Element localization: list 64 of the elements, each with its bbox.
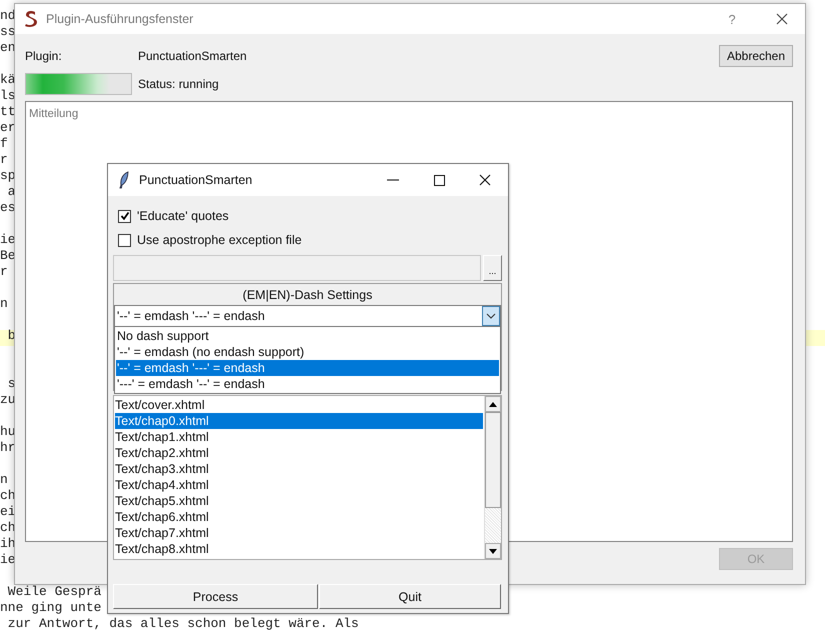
file-item[interactable]: Text/chap4.xhtml — [115, 477, 483, 493]
dropdown-option[interactable]: No dash support — [116, 328, 499, 344]
file-item[interactable]: Text/chap3.xhtml — [115, 461, 483, 477]
file-item[interactable]: Text/chap5.xhtml — [115, 493, 483, 509]
dialog-title: PunctuationSmarten — [139, 173, 252, 187]
editor-text: ie — [0, 232, 16, 247]
path-field[interactable] — [113, 255, 481, 281]
editor-text: a — [6, 184, 16, 199]
editor-text: es — [0, 200, 16, 215]
scroll-down-icon — [489, 548, 497, 554]
dropdown-button[interactable] — [482, 306, 500, 326]
dialog-button[interactable]: Process — [113, 584, 318, 609]
file-item[interactable]: Text/chap8.xhtml — [115, 541, 483, 557]
plugin-label: Plugin: — [25, 49, 63, 63]
editor-text: tt — [0, 104, 16, 119]
checkbox-label: Use apostrophe exception file — [137, 233, 302, 247]
editor-text: Be — [0, 248, 16, 263]
editor-text: r — [0, 264, 8, 279]
app-logo-icon — [23, 10, 39, 28]
file-item[interactable]: Text/cover.xhtml — [115, 397, 483, 413]
dialog-button[interactable]: Quit — [319, 584, 501, 609]
browse-button[interactable]: ... — [483, 255, 502, 281]
editor-text: ei — [0, 504, 16, 519]
editor-text: Weile Gesprä — [6, 584, 102, 599]
status-text: Status: running — [138, 77, 219, 91]
chevron-down-icon — [486, 313, 496, 319]
window-title: Plugin-Ausführungsfenster — [46, 12, 194, 26]
scroll-up-icon — [489, 402, 497, 406]
checkbox-label: 'Educate' quotes — [137, 209, 229, 223]
close-icon — [776, 13, 788, 25]
dash-dropdown[interactable]: '--' = emdash '---' = endash — [114, 305, 501, 327]
editor-text: r — [0, 152, 8, 167]
checkbox[interactable] — [118, 234, 131, 246]
close-icon — [479, 174, 491, 186]
file-item[interactable]: Text/chap0.xhtml — [115, 413, 483, 429]
plugin-name: PunctuationSmarten — [138, 49, 247, 63]
minimize-icon — [387, 179, 399, 181]
group-title: (EM|EN)-Dash Settings — [242, 287, 374, 304]
feather-icon — [119, 171, 129, 189]
editor-text: ls — [0, 88, 16, 103]
editor-text: nne ging unte — [0, 600, 102, 615]
dropdown-option[interactable]: '---' = emdash '--' = endash — [116, 376, 499, 392]
scrollbar[interactable] — [485, 396, 501, 559]
editor-text: n — [0, 472, 8, 487]
dropdown-option[interactable]: '--' = emdash (no endash support) — [116, 344, 499, 360]
editor-text: ss — [0, 24, 16, 39]
editor-text: ie — [0, 552, 16, 567]
file-item[interactable]: Text/chap1.xhtml — [115, 429, 483, 445]
editor-text: hr — [0, 440, 16, 455]
help-button[interactable]: ? — [712, 10, 752, 28]
file-item[interactable]: Text/chap2.xhtml — [115, 445, 483, 461]
cancel-button[interactable]: Abbrechen — [719, 45, 793, 67]
file-item[interactable]: Text/chap7.xhtml — [115, 525, 483, 541]
file-item[interactable]: Text/chap6.xhtml — [115, 509, 483, 525]
editor-text: er — [0, 120, 16, 135]
maximize-icon — [434, 174, 444, 186]
message-placeholder: Mitteilung — [29, 108, 78, 120]
checkbox[interactable] — [118, 210, 131, 222]
scrollbar-thumb[interactable] — [485, 412, 501, 508]
editor-text: f — [0, 136, 8, 151]
dropdown-option[interactable]: '--' = emdash '---' = endash — [116, 360, 499, 376]
editor-text: n — [0, 296, 8, 311]
editor-text: kä — [0, 72, 16, 87]
editor-text: zur Antwort, das alles schon belegt wäre. Als — [6, 616, 359, 630]
